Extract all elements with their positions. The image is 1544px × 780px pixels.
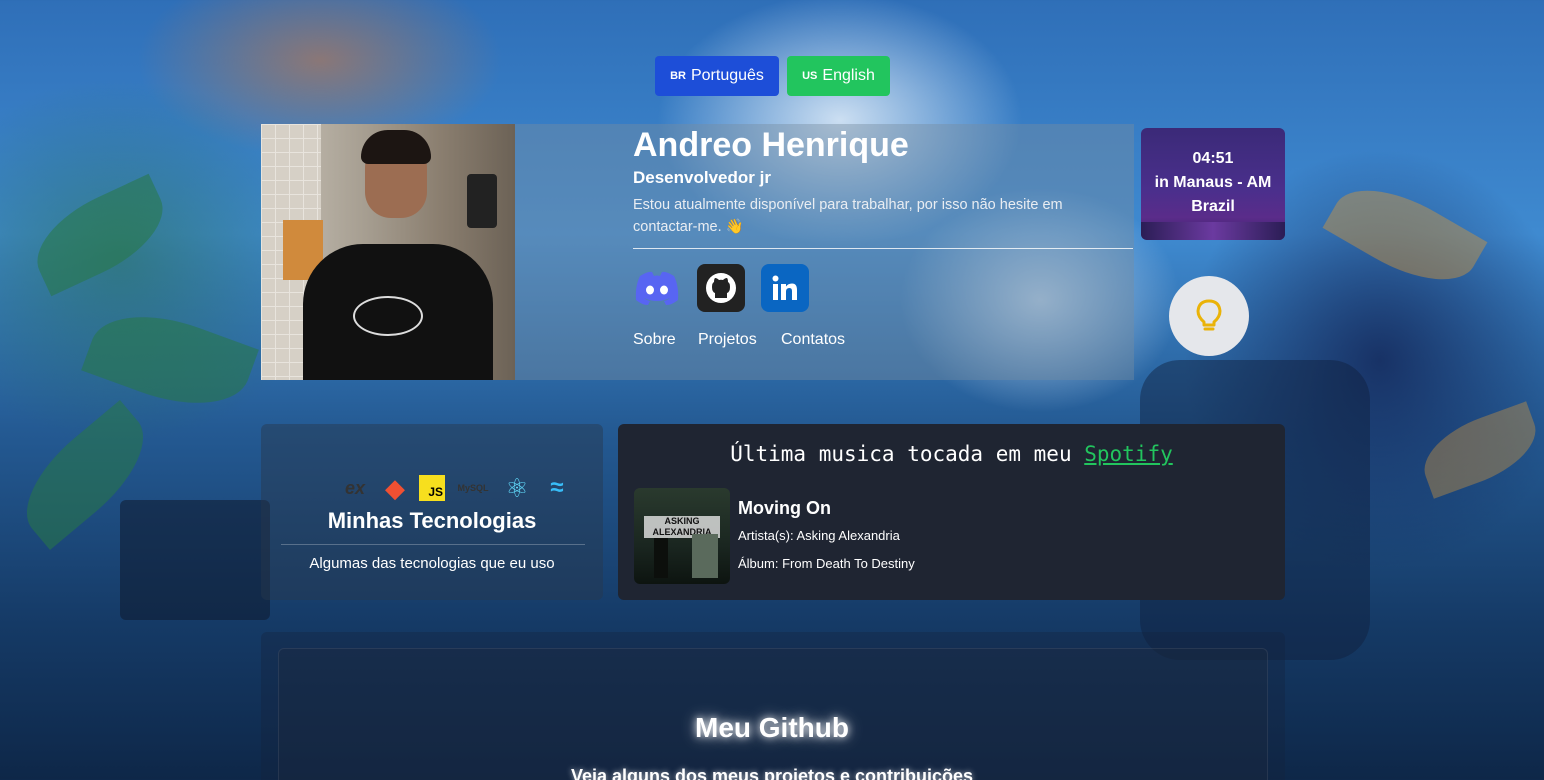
album-cover: ASKING ALEXANDRIA [634,488,730,584]
br-flag-icon: BR [670,70,686,82]
nav-projects-link[interactable]: Projetos [698,331,757,349]
nav-about-link[interactable]: Sobre [633,331,676,349]
profile-divider [633,248,1133,249]
english-button[interactable]: US English [787,56,890,96]
tech-icons-row: ex ◆ JS MySQL ⚛ ≈ [339,472,573,504]
mysql-icon: MySQL [457,483,489,493]
technologies-divider [281,544,585,545]
us-flag-icon: US [802,70,818,82]
english-label: English [822,67,875,84]
spotify-title: Última musica tocada em meu Spotify [618,442,1285,466]
linkedin-icon[interactable] [761,264,809,312]
clock-widget: 04:51 in Manaus - AM Brazil [1141,128,1285,240]
song-album: Álbum: From Death To Destiny [738,556,915,571]
portuguese-button[interactable]: BR Português [655,56,779,96]
github-title: Meu Github [695,712,849,743]
technologies-card: ex ◆ JS MySQL ⚛ ≈ Minhas Tecnologias Alg… [261,424,603,600]
technologies-title: Minhas Tecnologias [327,508,537,533]
clock-location: in Manaus - AM [1154,174,1272,191]
technologies-subtitle: Algumas das tecnologias que eu uso [309,555,555,572]
clock-time: 04:51 [1192,150,1234,167]
profile-name: Andreo Henrique [633,126,909,164]
spotify-card: Última musica tocada em meu Spotify ASKI… [618,424,1285,600]
profile-photo [261,124,515,380]
theme-toggle-button[interactable] [1169,276,1249,356]
nav-contacts-link[interactable]: Contatos [781,331,845,349]
tailwind-icon: ≈ [550,474,564,501]
github-icon[interactable] [697,264,745,312]
lightbulb-icon [1196,299,1222,331]
javascript-icon: JS [419,475,445,501]
portuguese-label: Português [690,67,764,84]
discord-icon[interactable] [633,264,681,312]
profile-role: Desenvolvedor jr [633,168,771,187]
song-artist: Artista(s): Asking Alexandria [738,528,900,543]
profile-description: Estou atualmente disponível para trabalh… [633,197,1063,235]
react-icon: ⚛ [505,472,529,503]
github-subtitle: Veja alguns dos meus projetos e contribu… [570,766,974,780]
song-title: Moving On [738,498,831,518]
spotify-title-text: Última musica tocada em meu [730,442,1072,466]
clock-country: Brazil [1191,198,1235,215]
git-icon: ◆ [385,472,405,503]
express-icon: ex [344,477,366,498]
spotify-link[interactable]: Spotify [1084,442,1173,466]
profile-card: Andreo Henrique Desenvolvedor jr Estou a… [261,124,1134,380]
